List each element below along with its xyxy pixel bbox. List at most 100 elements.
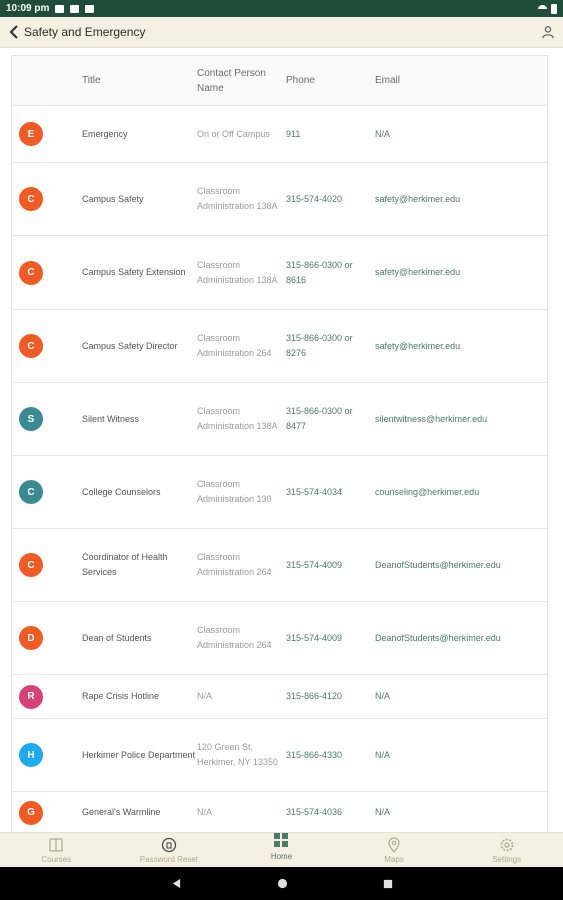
nav-item-settings[interactable]: Settings: [450, 833, 563, 867]
avatar: H: [19, 743, 43, 767]
system-home-button[interactable]: [277, 878, 288, 889]
chevron-left-icon: [9, 25, 18, 39]
bottom-nav: Courses Password Reset Home Maps Setting…: [0, 832, 563, 867]
map-pin-icon: [388, 836, 400, 853]
nav-item-courses[interactable]: Courses: [0, 833, 113, 867]
row-contact: N/A: [197, 807, 213, 817]
row-contact: Classroom Administration 264: [197, 625, 272, 650]
app-header: Safety and Emergency: [0, 17, 563, 48]
nav-item-password-reset[interactable]: Password Reset: [113, 833, 226, 867]
avatar: G: [19, 800, 43, 825]
system-back-button[interactable]: [171, 878, 182, 889]
nav-item-maps[interactable]: Maps: [338, 833, 451, 867]
row-phone[interactable]: 315-866-4120: [286, 675, 375, 718]
row-email[interactable]: safety@herkimer.edu: [375, 310, 547, 382]
system-nav-bar: [0, 867, 563, 900]
contacts-table: Title Contact Person Name Phone Email EE…: [11, 55, 548, 832]
row-phone[interactable]: 315-866-0300 or 8616: [286, 236, 375, 309]
row-email[interactable]: N/A: [375, 675, 547, 718]
row-email[interactable]: silentwitness@herkimer.edu: [375, 383, 547, 455]
table-row[interactable]: D Dean of Students Classroom Administratio…: [12, 602, 547, 675]
row-contact: Classroom Administration 264: [197, 552, 272, 577]
table-row[interactable]: C Campus Safety Classroom Administration 1…: [12, 163, 547, 236]
row-email[interactable]: DeanofStudents@herkimer.edu: [375, 602, 547, 674]
nav-label-settings: Settings: [492, 854, 522, 864]
row-title: Dean of Students: [82, 632, 152, 643]
column-header-phone: Phone: [286, 75, 315, 86]
nav-label-home: Home: [270, 851, 293, 861]
row-contact: 120 Green St, Herkimer, NY 13350: [197, 742, 278, 767]
table-row[interactable]: G General's Warmline N/A 315-574-4036 N/A: [12, 792, 547, 832]
notification-icon: [55, 4, 65, 13]
table-row[interactable]: S Silent Witness Classroom Administration …: [12, 383, 547, 456]
avatar: C: [19, 553, 43, 577]
row-contact: Classroom Administration 138A: [197, 186, 278, 211]
column-header-title: Title: [82, 75, 101, 86]
square-recents-icon: [383, 879, 392, 888]
row-title: Herkimer Police Department: [82, 749, 196, 760]
row-title: Emergency: [82, 128, 128, 139]
nav-label-password-reset: Password Reset: [139, 854, 199, 864]
row-email[interactable]: N/A: [375, 719, 547, 791]
row-email[interactable]: safety@herkimer.edu: [375, 236, 547, 309]
row-title: Campus Safety: [82, 193, 144, 204]
table-row[interactable]: E Emergency On or Off Campus 911 N/A: [12, 106, 547, 163]
row-contact: Classroom Administration 130: [197, 479, 272, 504]
row-phone[interactable]: 315-574-4009: [286, 529, 375, 601]
row-email[interactable]: N/A: [375, 792, 547, 832]
wifi-icon: [538, 4, 547, 13]
circle-home-icon: [277, 878, 287, 889]
notification-icon: [70, 4, 80, 13]
row-title: Campus Safety Extension: [82, 267, 186, 277]
row-contact: Classroom Administration 138A: [197, 259, 278, 285]
nav-item-home[interactable]: Home: [225, 832, 338, 867]
avatar: C: [19, 334, 43, 358]
profile-button[interactable]: [539, 23, 557, 41]
row-contact: N/A: [197, 691, 213, 701]
table-row[interactable]: H Herkimer Police Department 120 Green St,…: [12, 719, 547, 792]
gear-icon: [500, 838, 513, 851]
row-phone[interactable]: 911: [286, 106, 375, 162]
lock-icon: [161, 837, 177, 852]
row-contact: Classroom Administration 138A: [197, 406, 278, 431]
book-icon: [49, 837, 63, 852]
row-email[interactable]: counseling@herkimer.edu: [375, 456, 547, 528]
avatar: C: [19, 260, 43, 285]
row-title: General's Warmline: [82, 807, 161, 817]
row-title: Silent Witness: [82, 413, 140, 424]
back-button[interactable]: [6, 22, 22, 42]
column-header-contact: Contact Person Name: [197, 67, 266, 94]
row-phone[interactable]: 315-866-0300 or 8477: [286, 383, 375, 455]
row-phone[interactable]: 315-574-4020: [286, 163, 375, 235]
battery-icon: [551, 3, 557, 14]
row-title: Coordinator of Health Services: [82, 552, 168, 577]
row-email[interactable]: DeanofStudents@herkimer.edu: [375, 529, 547, 601]
row-phone[interactable]: 315-866-4330: [286, 719, 375, 791]
row-phone[interactable]: 315-574-4034: [286, 456, 375, 528]
column-header-email: Email: [375, 75, 401, 86]
table-row[interactable]: C Campus Safety Extension Classroom Admini…: [12, 236, 547, 310]
table-row[interactable]: C Coordinator of Health Services Classroom…: [12, 529, 547, 602]
row-phone[interactable]: 315-574-4009: [286, 602, 375, 674]
table-row[interactable]: R Rape Crisis Hotline N/A 315-866-4120 N/A: [12, 675, 547, 719]
system-recents-button[interactable]: [383, 879, 393, 889]
row-email[interactable]: safety@herkimer.edu: [375, 163, 547, 235]
avatar: C: [19, 480, 43, 504]
row-contact: On or Off Campus: [197, 128, 270, 139]
avatar: D: [19, 626, 43, 650]
row-email[interactable]: N/A: [375, 106, 547, 162]
row-title: College Counselors: [82, 486, 161, 497]
row-phone[interactable]: 315-866-0300 or 8276: [286, 310, 375, 382]
page-title: Safety and Emergency: [24, 25, 146, 39]
avatar: S: [19, 407, 43, 431]
row-title: Rape Crisis Hotline: [82, 691, 160, 701]
notification-icon: [85, 4, 95, 13]
row-phone[interactable]: 315-574-4036: [286, 792, 375, 832]
table-header-row: Title Contact Person Name Phone Email: [12, 56, 547, 106]
table-row[interactable]: C Campus Safety Director Classroom Adminis…: [12, 310, 547, 383]
user-icon: [542, 26, 554, 39]
table-row[interactable]: C College Counselors Classroom Administrat…: [12, 456, 547, 529]
content-area[interactable]: Title Contact Person Name Phone Email EE…: [0, 48, 563, 832]
home-grid-icon: [274, 832, 289, 847]
nav-label-maps: Maps: [384, 854, 404, 864]
